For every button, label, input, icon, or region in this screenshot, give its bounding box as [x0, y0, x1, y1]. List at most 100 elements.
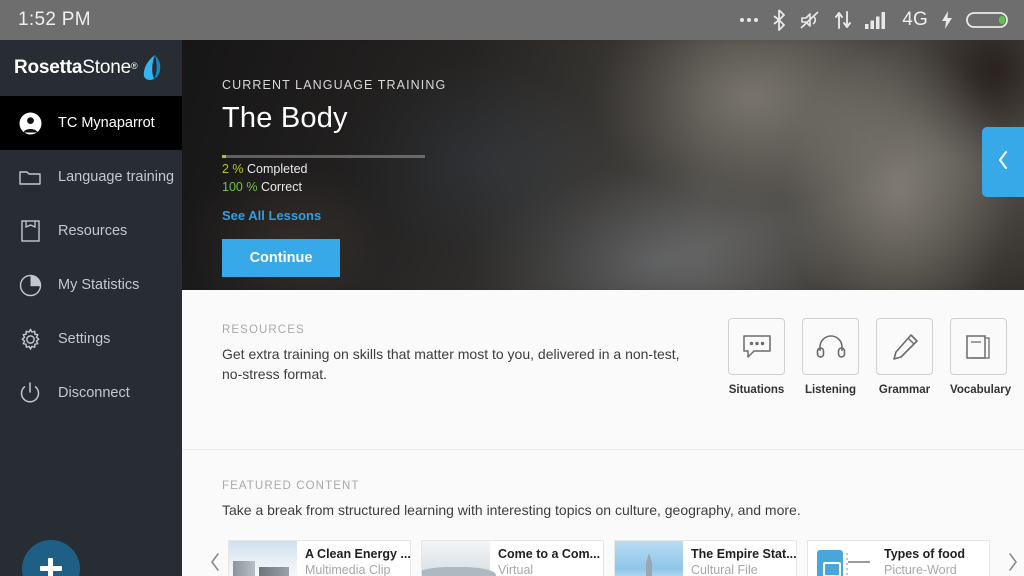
sidebar-item-label: Language training [58, 169, 175, 185]
card-meta: Come to a Com... Virtual [490, 541, 600, 576]
sidebar-item-disconnect[interactable]: Disconnect [0, 366, 182, 420]
card-title: The Empire Stat... [691, 547, 796, 561]
data-transfer-icon [834, 9, 852, 31]
speech-bubble-icon [728, 318, 785, 375]
signal-bars-icon [865, 9, 889, 31]
user-avatar-icon [18, 111, 42, 135]
gear-icon [18, 327, 42, 351]
card-thumbnail [422, 541, 496, 576]
resources-copy: RESOURCES Get extra training on skills t… [222, 324, 692, 449]
card-thumbnail [615, 541, 683, 576]
featured-card[interactable]: The Empire Stat... Cultural File [614, 540, 797, 576]
add-button[interactable] [22, 540, 80, 576]
sidebar-item-language-training[interactable]: Language training [0, 150, 182, 204]
resource-tile-vocabulary[interactable]: Vocabulary [950, 318, 1012, 449]
pie-chart-icon [18, 273, 42, 297]
progress-bar [222, 155, 425, 158]
brand-logo-text: RosettaStone® [14, 57, 138, 79]
carousel-prev-button[interactable] [202, 552, 228, 576]
picture-word-icon [817, 550, 843, 576]
stat-completed-label: Completed [247, 162, 308, 176]
card-title: Types of food [884, 547, 966, 561]
resources-section: RESOURCES Get extra training on skills t… [182, 290, 1024, 450]
stat-correct-value: 100 % [222, 180, 258, 194]
card-title: Come to a Com... [498, 547, 601, 561]
plus-icon [39, 557, 63, 576]
chevron-right-icon [1007, 552, 1019, 576]
featured-kicker: FEATURED CONTENT [222, 480, 360, 492]
charging-bolt-icon [941, 9, 953, 31]
carousel-next-button[interactable] [1000, 552, 1024, 576]
resources-description: Get extra training on skills that matter… [222, 346, 680, 383]
featured-card[interactable]: Come to a Com... Virtual [421, 540, 604, 576]
resource-tile-grammar[interactable]: Grammar [876, 318, 933, 449]
stat-completed-value: 2 % [222, 162, 244, 176]
card-thumbnail [808, 541, 876, 576]
card-subtitle: Virtual [498, 563, 534, 576]
card-title: A Clean Energy ... [305, 547, 410, 561]
card-meta: Types of food Picture-Word [876, 541, 965, 576]
featured-carousel: A Clean Energy ... Multimedia Clip Come … [202, 540, 1024, 576]
sound-off-icon [799, 9, 821, 31]
card-subtitle: Cultural File [691, 563, 758, 576]
hero-banner: CURRENT LANGUAGE TRAINING The Body 2 % C… [182, 40, 1024, 290]
continue-button[interactable]: Continue [222, 239, 340, 277]
sidebar-item-label: Settings [58, 331, 111, 347]
sidebar-item-resources[interactable]: Resources [0, 204, 182, 258]
brand-logo-registered: ® [130, 61, 138, 71]
sidebar-item-settings[interactable]: Settings [0, 312, 182, 366]
resource-tile-listening[interactable]: Listening [802, 318, 859, 449]
see-all-lessons-link[interactable]: See All Lessons [222, 208, 321, 223]
sidebar-item-label: Disconnect [58, 385, 130, 401]
resource-tile-label: Listening [804, 384, 857, 396]
resource-tile-label: Vocabulary [950, 384, 1012, 396]
hero-content: CURRENT LANGUAGE TRAINING The Body 2 % C… [222, 78, 552, 277]
battery-icon [966, 9, 1010, 31]
card-subtitle: Picture-Word [884, 563, 957, 576]
status-bar: 1:52 PM 4G [0, 0, 1024, 40]
sidebar-item-label: TC Mynaparrot [58, 115, 155, 131]
sidebar-item-label: My Statistics [58, 277, 140, 293]
featured-card[interactable]: A Clean Energy ... Multimedia Clip [228, 540, 411, 576]
sidebar: RosettaStone® TC Mynaparrot Language tra… [0, 40, 182, 576]
status-clock: 1:52 PM [18, 9, 91, 30]
hero-kicker: CURRENT LANGUAGE TRAINING [222, 78, 447, 92]
card-meta: A Clean Energy ... Multimedia Clip [297, 541, 410, 576]
chevron-left-icon [209, 552, 221, 576]
card-thumb-line [848, 561, 870, 563]
brand-logo[interactable]: RosettaStone® [0, 40, 182, 96]
featured-content-section: FEATURED CONTENT Take a break from struc… [182, 450, 1024, 576]
card-meta: The Empire Stat... Cultural File [683, 541, 796, 576]
sidebar-item-my-statistics[interactable]: My Statistics [0, 258, 182, 312]
stone-logo-icon [144, 55, 161, 80]
stat-correct: 100 % Correct [222, 180, 552, 194]
more-icon [739, 9, 759, 31]
featured-card[interactable]: Types of food Picture-Word [807, 540, 990, 576]
panel-collapse-tab[interactable] [982, 127, 1024, 197]
network-type-label: 4G [902, 9, 928, 30]
brand-logo-light: Stone [82, 57, 131, 78]
progress-bar-fill [222, 155, 227, 158]
headphones-icon [802, 318, 859, 375]
sidebar-item-user[interactable]: TC Mynaparrot [0, 96, 182, 150]
resource-tile-label: Grammar [878, 384, 931, 396]
status-icons: 4G [739, 9, 1010, 31]
card-subtitle: Multimedia Clip [305, 563, 391, 576]
resources-tiles: Situations Listening Grammar Vocabulary [728, 318, 1012, 449]
resource-tile-label: Situations [728, 384, 785, 396]
book-card-icon [950, 318, 1007, 375]
page-title: The Body [222, 102, 348, 134]
folder-icon [18, 165, 42, 189]
resources-kicker: RESOURCES [222, 324, 305, 336]
stat-completed: 2 % Completed [222, 162, 552, 176]
bluetooth-icon [772, 9, 786, 31]
main-content: CURRENT LANGUAGE TRAINING The Body 2 % C… [182, 40, 1024, 576]
chevron-left-icon [997, 150, 1010, 175]
app-root: 1:52 PM 4G RosettaStone® TC Mynaparrot L… [0, 0, 1024, 576]
resource-tile-situations[interactable]: Situations [728, 318, 785, 449]
card-thumb-dots [846, 553, 848, 575]
featured-description: Take a break from structured learning wi… [222, 502, 801, 518]
sidebar-item-label: Resources [58, 223, 128, 239]
card-thumbnail [229, 541, 297, 576]
stat-correct-label: Correct [260, 180, 302, 194]
